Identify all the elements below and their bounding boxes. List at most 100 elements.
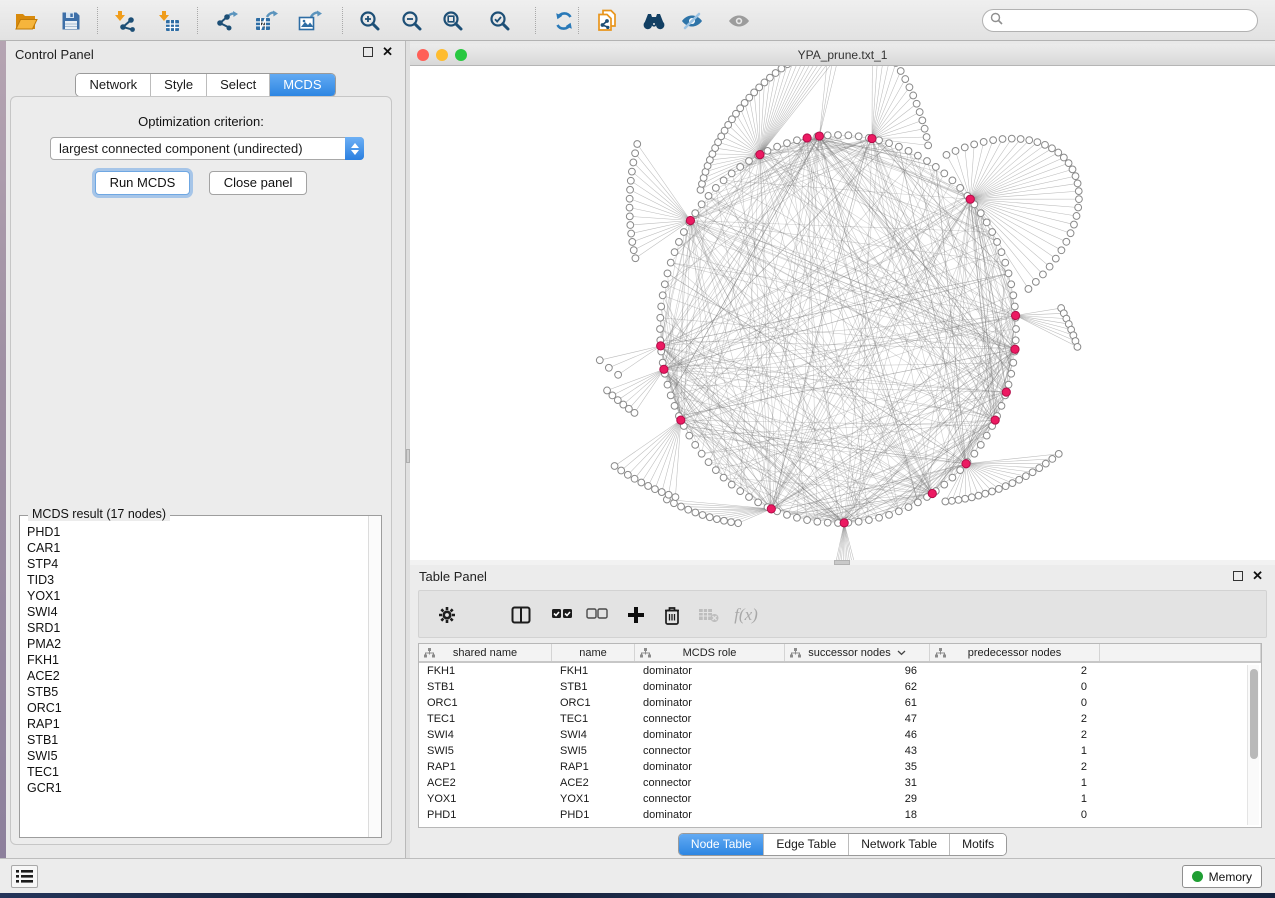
- result-node[interactable]: STP4: [27, 556, 368, 572]
- tab-network[interactable]: Network: [76, 74, 150, 96]
- table-row[interactable]: SWI4SWI4dominator462: [419, 727, 1261, 743]
- tab-network-table[interactable]: Network Table: [848, 834, 949, 855]
- add-icon[interactable]: [624, 603, 648, 627]
- column-header-successor-nodes[interactable]: successor nodes: [785, 644, 930, 661]
- status-bar: Memory: [0, 858, 1275, 893]
- close-panel-button[interactable]: Close panel: [209, 171, 308, 195]
- table-row[interactable]: YOX1YOX1connector291: [419, 791, 1261, 807]
- table-row[interactable]: PHD1PHD1dominator180: [419, 807, 1261, 823]
- save-icon[interactable]: [58, 8, 84, 34]
- float-panel-icon[interactable]: [1233, 571, 1243, 581]
- column-header-predecessor-nodes[interactable]: predecessor nodes: [930, 644, 1100, 661]
- search-input[interactable]: [1003, 12, 1257, 29]
- close-panel-icon[interactable]: ✕: [1252, 571, 1263, 581]
- cell: 18: [785, 807, 930, 823]
- network-canvas[interactable]: [410, 66, 1275, 560]
- result-node[interactable]: RAP1: [27, 716, 368, 732]
- result-node[interactable]: SWI5: [27, 748, 368, 764]
- result-node[interactable]: SRD1: [27, 620, 368, 636]
- result-node[interactable]: TID3: [27, 572, 368, 588]
- cell: ORC1: [552, 695, 635, 711]
- cell: connector: [635, 711, 785, 727]
- table-scrollbar[interactable]: [1247, 665, 1259, 825]
- cell: 2: [930, 663, 1100, 679]
- import-table-icon[interactable]: [156, 8, 182, 34]
- result-node[interactable]: ACE2: [27, 668, 368, 684]
- result-node[interactable]: SWI4: [27, 604, 368, 620]
- mcds-result-list: PHD1CAR1STP4TID3YOX1SWI4SRD1PMA2FKH1ACE2…: [20, 519, 368, 837]
- result-node[interactable]: CAR1: [27, 540, 368, 556]
- select-all-icon[interactable]: [550, 603, 574, 627]
- scrollbar-thumb[interactable]: [1250, 669, 1258, 759]
- cell: PHD1: [419, 807, 552, 823]
- column-header-MCDS-role[interactable]: MCDS role: [635, 644, 785, 661]
- cell: 0: [930, 695, 1100, 711]
- tab-edge-table[interactable]: Edge Table: [763, 834, 848, 855]
- table-row[interactable]: FKH1FKH1dominator962: [419, 663, 1261, 679]
- cell: dominator: [635, 695, 785, 711]
- result-node[interactable]: PHD1: [27, 524, 368, 540]
- result-node[interactable]: TEC1: [27, 764, 368, 780]
- trash-icon[interactable]: [660, 603, 684, 627]
- copy-network-icon[interactable]: [595, 8, 621, 34]
- table-panel: Table Panel ✕: [410, 565, 1275, 858]
- zoom-selected-icon[interactable]: [487, 8, 513, 34]
- zoom-out-icon[interactable]: [399, 8, 425, 34]
- result-node[interactable]: PMA2: [27, 636, 368, 652]
- table-toolbar: f(x): [418, 590, 1267, 638]
- float-panel-icon[interactable]: [363, 47, 373, 57]
- result-node[interactable]: FKH1: [27, 652, 368, 668]
- result-node[interactable]: ORC1: [27, 700, 368, 716]
- mcds-result-box: MCDS result (17 nodes) PHD1CAR1STP4TID3Y…: [19, 515, 382, 838]
- result-node[interactable]: YOX1: [27, 588, 368, 604]
- import-network-icon[interactable]: [112, 8, 138, 34]
- task-history-button[interactable]: [11, 865, 38, 888]
- control-panel-tabs: NetworkStyleSelectMCDS: [6, 73, 405, 97]
- open-folder-icon[interactable]: [13, 8, 39, 34]
- maximize-window-icon[interactable]: [455, 49, 467, 61]
- control-panel-header: Control Panel ✕: [6, 41, 405, 67]
- result-node[interactable]: STB5: [27, 684, 368, 700]
- table-row[interactable]: ORC1ORC1dominator610: [419, 695, 1261, 711]
- result-node[interactable]: STB1: [27, 732, 368, 748]
- tab-style[interactable]: Style: [150, 74, 206, 96]
- table-row[interactable]: ACE2ACE2connector311: [419, 775, 1261, 791]
- network-title-bar[interactable]: YPA_prune.txt_1: [410, 44, 1275, 66]
- delete-column-icon[interactable]: [697, 603, 721, 627]
- criterion-dropdown[interactable]: largest connected component (undirected): [50, 137, 364, 160]
- gear-icon[interactable]: [435, 603, 459, 627]
- column-manager-icon[interactable]: [509, 603, 533, 627]
- cell: YOX1: [552, 791, 635, 807]
- memory-button[interactable]: Memory: [1182, 865, 1262, 888]
- result-node[interactable]: GCR1: [27, 780, 368, 796]
- export-table-icon[interactable]: [254, 8, 280, 34]
- show-eye-icon[interactable]: [726, 8, 752, 34]
- export-network-icon[interactable]: [214, 8, 240, 34]
- column-header-name[interactable]: name: [552, 644, 635, 661]
- close-window-icon[interactable]: [417, 49, 429, 61]
- tab-motifs[interactable]: Motifs: [949, 834, 1006, 855]
- tab-select[interactable]: Select: [206, 74, 269, 96]
- cell: ACE2: [552, 775, 635, 791]
- zoom-in-icon[interactable]: [357, 8, 383, 34]
- run-mcds-button[interactable]: Run MCDS: [95, 171, 191, 195]
- table-row[interactable]: TEC1TEC1connector472: [419, 711, 1261, 727]
- column-header-shared-name[interactable]: shared name: [419, 644, 552, 661]
- deselect-all-icon[interactable]: [585, 603, 609, 627]
- tab-mcds[interactable]: MCDS: [269, 74, 334, 96]
- hide-eye-icon[interactable]: [679, 8, 705, 34]
- export-image-icon[interactable]: [297, 8, 323, 34]
- close-panel-icon[interactable]: ✕: [382, 47, 393, 57]
- table-row[interactable]: SWI5SWI5connector431: [419, 743, 1261, 759]
- zoom-fit-icon[interactable]: [440, 8, 466, 34]
- result-scrollbar[interactable]: [368, 516, 381, 837]
- table-row[interactable]: STB1STB1dominator620: [419, 679, 1261, 695]
- memory-status-icon: [1192, 871, 1203, 882]
- refresh-icon[interactable]: [551, 8, 577, 34]
- minimize-window-icon[interactable]: [436, 49, 448, 61]
- table-row[interactable]: RAP1RAP1dominator352: [419, 759, 1261, 775]
- cell: SWI5: [552, 743, 635, 759]
- cell: FKH1: [419, 663, 552, 679]
- tab-node-table[interactable]: Node Table: [679, 834, 764, 855]
- binoculars-icon[interactable]: [641, 8, 667, 34]
